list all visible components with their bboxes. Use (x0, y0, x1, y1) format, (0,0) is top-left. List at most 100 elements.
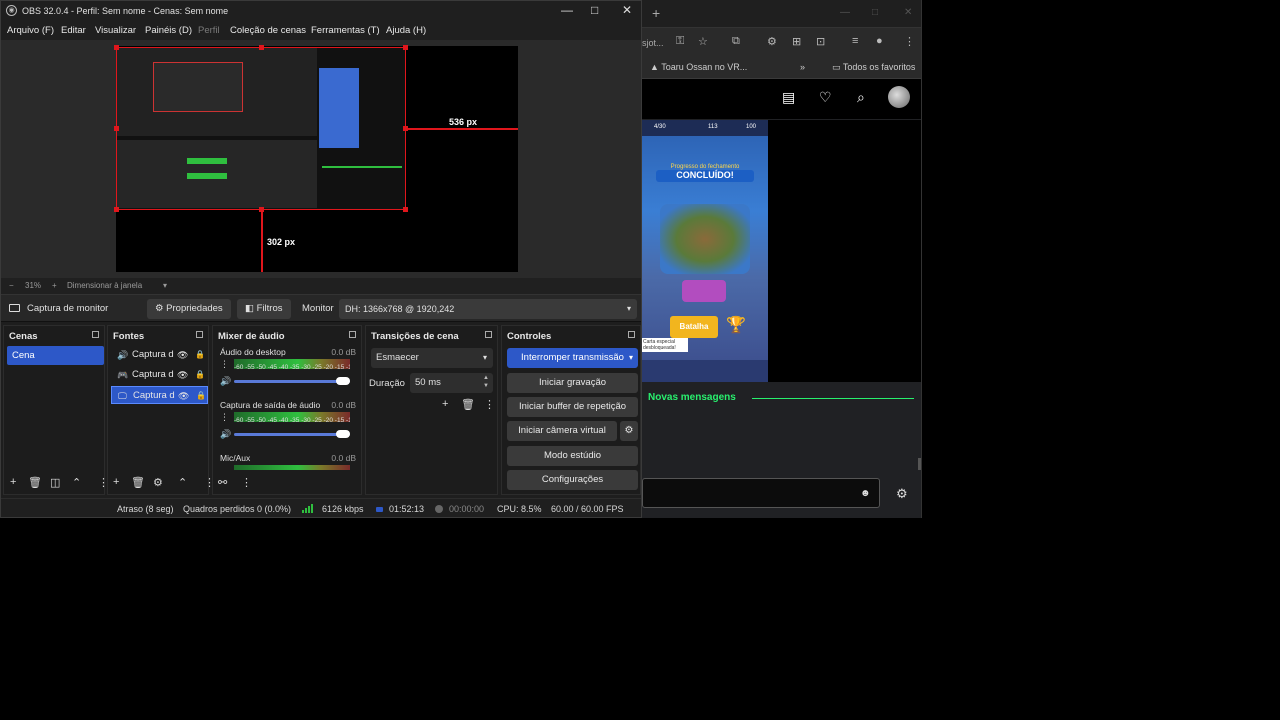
start-virtual-camera-button[interactable]: Iniciar câmera virtual (507, 421, 617, 441)
trash-icon[interactable]: 🗑 (461, 398, 475, 411)
scene-item[interactable]: Cena (7, 346, 104, 365)
studio-mode-button[interactable]: Modo estúdio (507, 446, 638, 466)
menu-colecao-de-cenas[interactable]: Coleção de cenas (230, 25, 306, 36)
move-up-icon[interactable]: ⌃ (72, 476, 81, 489)
menu-dots-icon[interactable]: ⋮ (904, 35, 915, 48)
undock-icon[interactable] (628, 331, 635, 338)
grid-icon[interactable]: ⊞ (792, 35, 801, 48)
scrollbar[interactable] (918, 458, 921, 470)
eye-icon[interactable]: 👁 (177, 346, 188, 364)
transition-select[interactable]: Esmaecer ▾ (371, 348, 493, 368)
media-icon[interactable]: ≡ (852, 35, 858, 47)
selected-source-box[interactable] (116, 47, 406, 210)
start-replay-buffer-button[interactable]: Iniciar buffer de repetição (507, 397, 638, 417)
menu-ferramentas[interactable]: Ferramentas (T) (311, 25, 380, 36)
volume-slider[interactable] (234, 433, 350, 436)
extension-icon[interactable]: ⚙ (767, 35, 777, 48)
link-icon[interactable]: ⚯ (218, 476, 227, 489)
star-icon[interactable]: ☆ (698, 35, 708, 48)
volume-slider-handle[interactable] (336, 430, 350, 438)
more-icon[interactable]: ⋮ (220, 359, 229, 370)
eye-icon[interactable]: 👁 (177, 366, 188, 384)
undock-icon[interactable] (349, 331, 356, 338)
new-tab-icon[interactable]: + (652, 5, 660, 21)
source-item-selected[interactable]: 🖵 Captura d 👁 🔒 (111, 386, 208, 404)
preview-area[interactable]: 536 px 302 px (1, 40, 641, 278)
stop-streaming-button[interactable]: Interromper transmissão ▾ (507, 348, 638, 368)
speaker-icon[interactable]: 🔊 (220, 376, 231, 387)
duration-input[interactable]: 50 ms ▲ ▼ (410, 373, 493, 393)
resize-handle[interactable] (403, 207, 408, 212)
undock-icon[interactable] (196, 331, 203, 338)
more-icon[interactable]: ⋮ (484, 398, 495, 411)
chat-settings-gear-icon[interactable]: ⚙ (896, 486, 908, 502)
virtual-camera-gear-icon[interactable]: ⚙ (620, 421, 638, 441)
resize-handle[interactable] (114, 207, 119, 212)
speaker-icon[interactable]: 🔊 (220, 429, 231, 440)
volume-slider-handle[interactable] (336, 377, 350, 385)
puzzle-icon[interactable]: ⊡ (816, 35, 825, 48)
gear-icon[interactable]: ⚙ (153, 476, 163, 489)
filter-icon[interactable]: ◫ (50, 476, 60, 489)
bookmark-item[interactable]: ▲ Toaru Ossan no VR... (650, 62, 747, 72)
monitor-select[interactable]: DH: 1366x768 @ 1920,242 ▾ (339, 299, 637, 319)
profile-icon[interactable]: ● (876, 35, 883, 47)
password-key-icon[interactable]: ⚿ (676, 35, 684, 48)
chat-input[interactable] (642, 478, 880, 508)
menu-arquivo[interactable]: Arquivo (F) (7, 25, 54, 36)
stream-player[interactable]: 4/30 113 100 Progresso do fechamento CON… (642, 120, 921, 382)
add-icon[interactable]: + (442, 398, 448, 410)
close-icon[interactable]: ✕ (622, 3, 632, 17)
clips-icon[interactable]: ▤ (782, 89, 795, 106)
address-bar[interactable]: sjot... (642, 38, 664, 48)
zoom-out-icon[interactable]: − (9, 281, 14, 290)
lock-icon[interactable]: 🔒 (195, 366, 205, 384)
volume-slider[interactable] (234, 380, 350, 383)
source-item[interactable]: 🔊 Captura d 👁 🔒 (111, 346, 208, 364)
lock-icon[interactable]: 🔒 (195, 346, 205, 364)
site-header: ▤ ♡ ⌕ (642, 79, 921, 119)
more-icon[interactable]: ⋮ (220, 412, 229, 423)
extension-icon[interactable]: ⧉ (732, 35, 740, 48)
resize-handle[interactable] (259, 45, 264, 50)
trash-icon[interactable]: 🗑 (131, 476, 145, 489)
menu-perfil[interactable]: Perfil (198, 25, 220, 36)
lock-icon[interactable]: 🔒 (196, 387, 206, 405)
search-icon[interactable]: ⌕ (857, 89, 865, 106)
maximize-icon[interactable]: □ (591, 3, 598, 17)
trash-icon[interactable]: 🗑 (28, 476, 42, 489)
settings-button[interactable]: Configurações (507, 470, 638, 490)
add-icon[interactable]: + (10, 476, 16, 488)
close-icon[interactable]: ✕ (904, 7, 912, 18)
more-icon[interactable]: ⋮ (241, 476, 252, 489)
undock-icon[interactable] (485, 331, 492, 338)
zoom-mode[interactable]: Dimensionar à janela (67, 281, 142, 290)
menu-ajuda[interactable]: Ajuda (H) (386, 25, 426, 36)
spinner-icon[interactable]: ▲ ▼ (483, 374, 489, 390)
source-item[interactable]: 🎮 Captura d 👁 🔒 (111, 366, 208, 384)
resize-handle[interactable] (114, 126, 119, 131)
chevron-right-icon[interactable]: » (800, 62, 805, 72)
properties-button[interactable]: ⚙ Propriedades (147, 299, 231, 319)
avatar[interactable] (888, 86, 910, 108)
heart-icon[interactable]: ♡ (819, 89, 832, 106)
undock-icon[interactable] (92, 331, 99, 338)
add-icon[interactable]: + (113, 476, 119, 488)
menu-visualizar[interactable]: Visualizar (95, 25, 136, 36)
eye-icon[interactable]: 👁 (178, 387, 189, 405)
chevron-down-icon[interactable]: ▾ (629, 348, 633, 368)
move-up-icon[interactable]: ⌃ (178, 476, 187, 489)
zoom-in-icon[interactable]: + (52, 281, 57, 290)
emoji-icon[interactable]: ☻ (860, 488, 871, 499)
minimize-icon[interactable]: — (840, 7, 850, 18)
resize-handle[interactable] (114, 45, 119, 50)
start-recording-button[interactable]: Iniciar gravação (507, 373, 638, 393)
maximize-icon[interactable]: □ (872, 7, 878, 18)
filters-button[interactable]: ◧ Filtros (237, 299, 291, 319)
chevron-down-icon[interactable]: ▾ (163, 281, 167, 290)
all-favorites[interactable]: ▭ Todos os favoritos (832, 62, 915, 73)
menu-paineis[interactable]: Painéis (D) (145, 25, 192, 36)
resize-handle[interactable] (403, 45, 408, 50)
minimize-icon[interactable]: — (561, 3, 573, 17)
menu-editar[interactable]: Editar (61, 25, 86, 36)
